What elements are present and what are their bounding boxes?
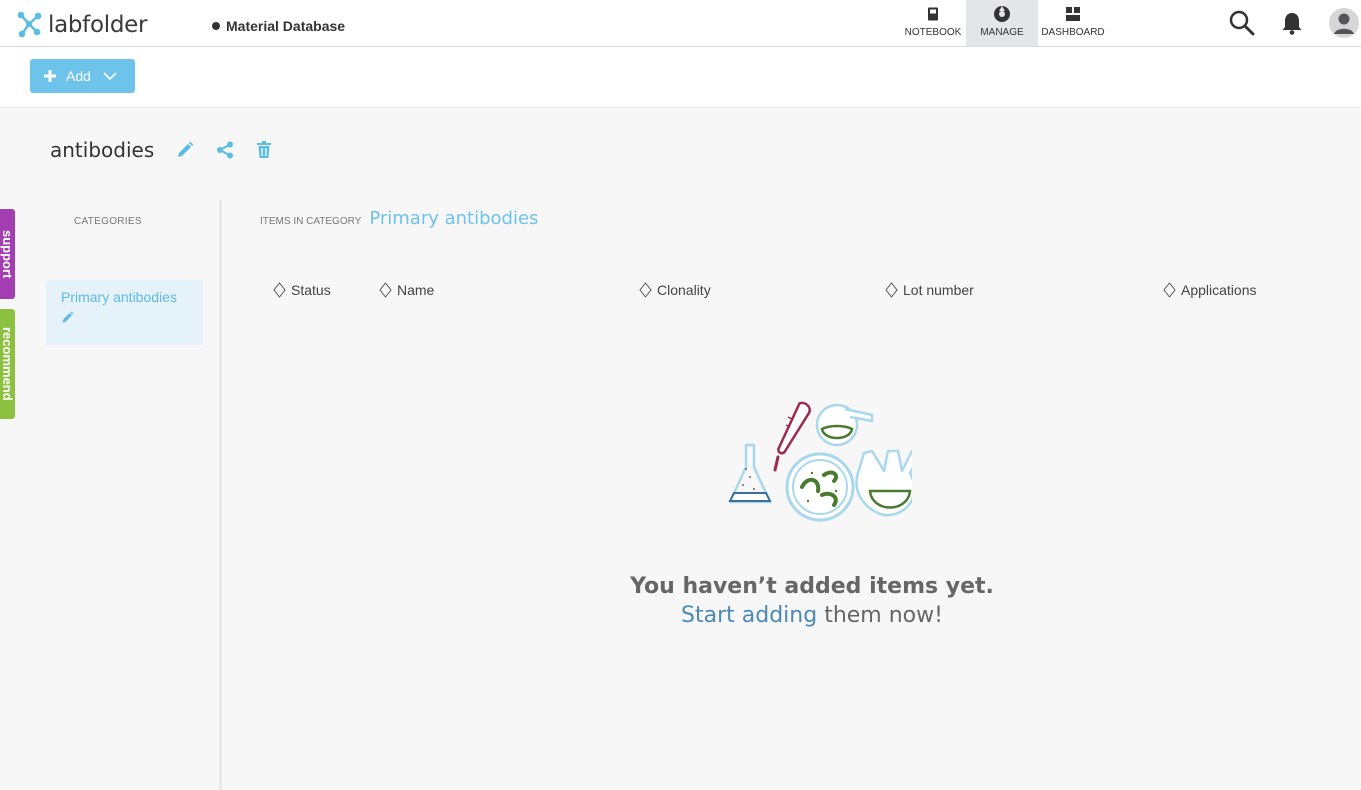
recommend-tab-label: recommend: [0, 327, 15, 401]
plus-icon: [44, 70, 56, 82]
add-button[interactable]: Add: [30, 59, 135, 93]
main-nav: NOTEBOOK MANAGE DASHBOARD: [900, 0, 1108, 46]
empty-state: You haven’t added items yet. Start addin…: [600, 395, 1024, 628]
sort-icon: [885, 282, 898, 298]
page-title: antibodies: [50, 138, 155, 162]
section-dot-icon: [212, 22, 220, 30]
labfolder-logo-icon: [17, 11, 42, 38]
avatar[interactable]: [1329, 8, 1359, 38]
empty-state-subtitle-rest: them now!: [817, 603, 943, 628]
items-heading-label: ITEMS IN CATEGORY: [260, 216, 362, 227]
search-icon[interactable]: [1229, 10, 1255, 36]
column-header-lot-number[interactable]: Lot number: [885, 282, 974, 298]
top-navigation-bar: labfolder Material Database NOTEBOOK MAN…: [0, 0, 1361, 47]
nav-dashboard[interactable]: DASHBOARD: [1038, 0, 1108, 46]
support-tab[interactable]: support: [0, 209, 15, 299]
erlenmeyer-flask-icon: [728, 443, 772, 504]
sort-icon: [639, 282, 652, 298]
column-header-label: Clonality: [657, 282, 711, 298]
section-title: Material Database: [212, 18, 345, 34]
column-header-label: Name: [397, 282, 435, 298]
nav-dashboard-label: DASHBOARD: [1041, 27, 1105, 38]
petri-dish-icon: [785, 452, 855, 522]
column-header-status[interactable]: Status: [273, 282, 331, 298]
section-title-label: Material Database: [226, 18, 346, 34]
column-header-label: Applications: [1181, 282, 1257, 298]
three-neck-flask-icon: [855, 449, 912, 517]
category-item-primary-antibodies[interactable]: Primary antibodies: [46, 280, 203, 345]
category-item-label: Primary antibodies: [61, 289, 177, 305]
empty-state-title: You haven’t added items yet.: [630, 574, 994, 599]
notebook-icon: [927, 5, 939, 23]
column-header-clonality[interactable]: Clonality: [639, 282, 711, 298]
top-actions: [1203, 0, 1361, 46]
items-category-name: Primary antibodies: [369, 208, 539, 229]
bell-icon[interactable]: [1281, 11, 1303, 35]
column-header-name[interactable]: Name: [379, 282, 434, 298]
categories-panel: CATEGORIES Primary antibodies: [30, 200, 222, 790]
add-button-label: Add: [66, 68, 91, 84]
sort-icon: [273, 282, 286, 298]
column-header-applications[interactable]: Applications: [1163, 282, 1257, 298]
nav-manage[interactable]: MANAGE: [966, 0, 1038, 46]
support-tab-label: support: [0, 229, 15, 279]
empty-state-subtitle: Start adding them now!: [600, 603, 1024, 628]
share-icon[interactable]: [216, 141, 234, 159]
dashboard-icon: [1066, 5, 1080, 23]
trash-icon[interactable]: [256, 141, 272, 159]
sort-icon: [379, 282, 392, 298]
category-edit-icon[interactable]: [61, 311, 188, 329]
column-header-label: Lot number: [903, 282, 974, 298]
column-header-label: Status: [291, 282, 331, 298]
items-heading: ITEMS IN CATEGORY Primary antibodies: [260, 208, 538, 229]
nav-notebook[interactable]: NOTEBOOK: [900, 0, 966, 46]
sort-icon: [1163, 282, 1176, 298]
edit-icon[interactable]: [176, 141, 194, 159]
nav-manage-label: MANAGE: [980, 27, 1024, 38]
lab-equipment-illustration: [728, 401, 912, 522]
recommend-tab[interactable]: recommend: [0, 309, 15, 419]
manage-icon: [993, 5, 1011, 23]
action-bar: Add: [0, 47, 1361, 108]
page-heading: antibodies: [50, 138, 294, 162]
labfolder-logo[interactable]: labfolder: [16, 10, 147, 40]
nav-notebook-label: NOTEBOOK: [904, 27, 962, 38]
start-adding-link[interactable]: Start adding: [681, 603, 817, 628]
chevron-down-icon: [103, 72, 117, 80]
categories-heading: CATEGORIES: [74, 216, 142, 227]
logo-text: labfolder: [48, 12, 148, 38]
round-flask-icon: [815, 403, 874, 447]
